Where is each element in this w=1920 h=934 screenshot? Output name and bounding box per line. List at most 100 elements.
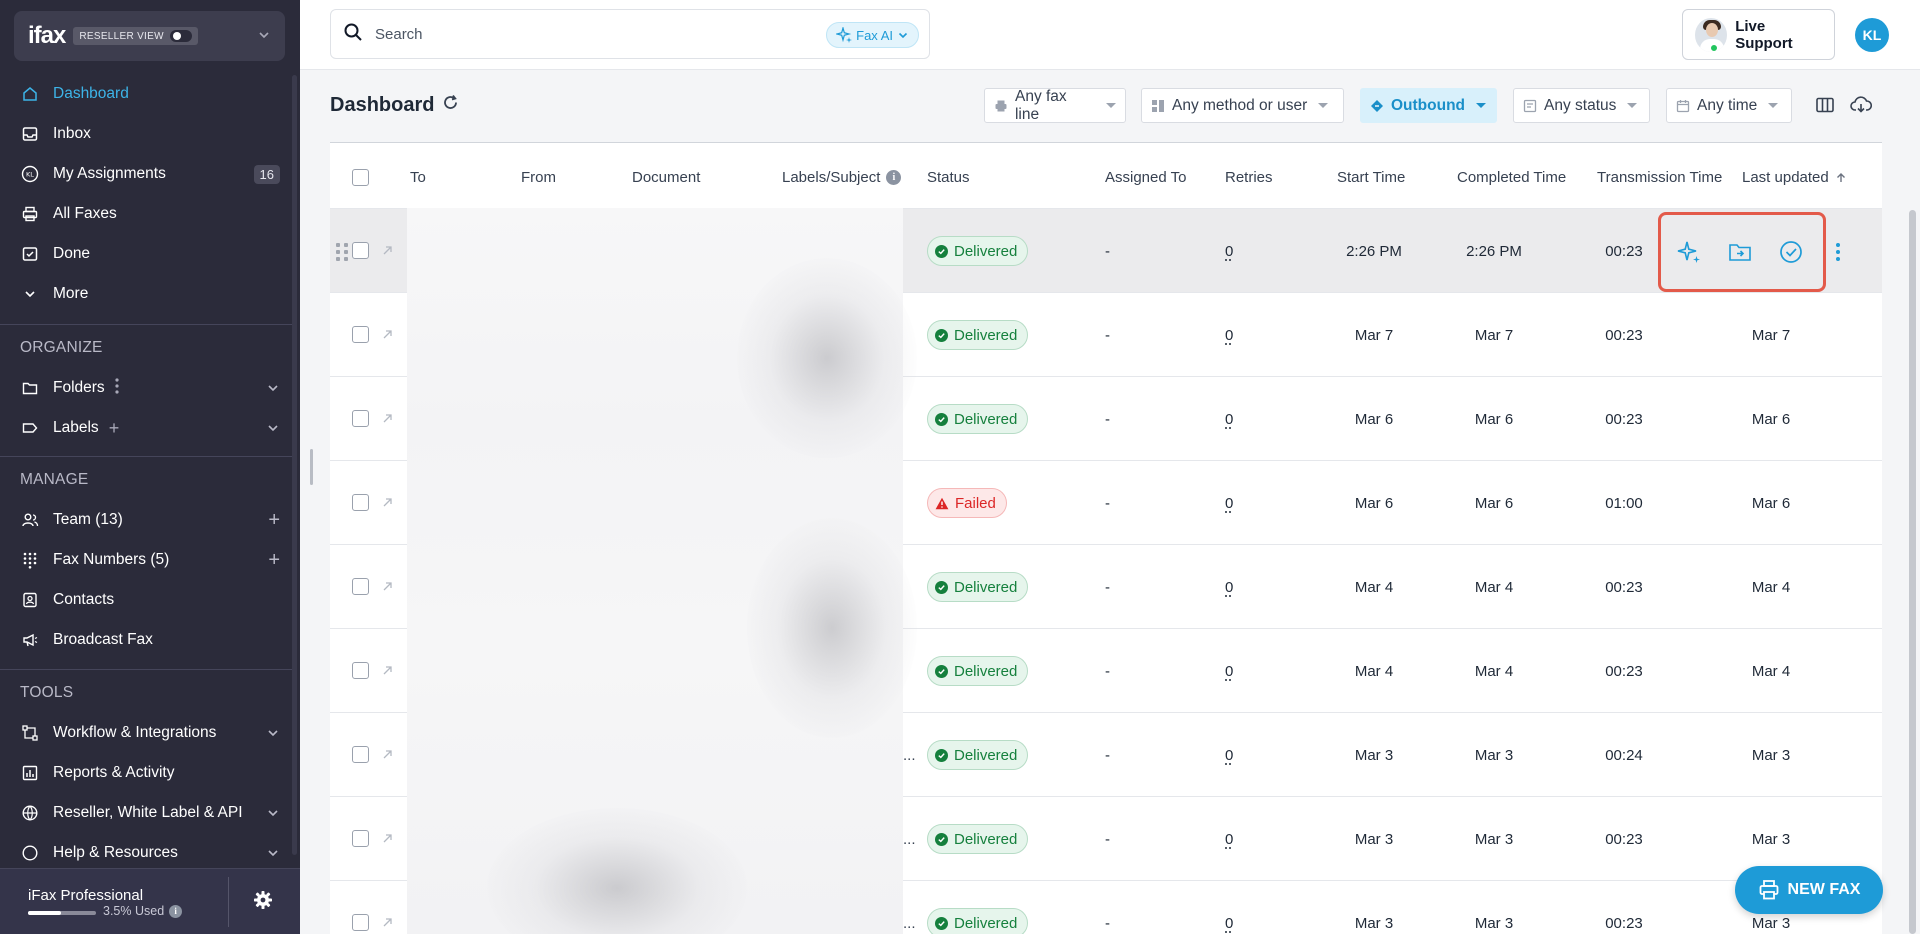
kebab-menu-icon[interactable] [115,377,119,399]
reseller-view-toggle[interactable]: RESELLER VIEW [73,27,198,45]
open-fax-icon[interactable] [382,881,393,934]
open-fax-icon[interactable] [382,545,393,629]
add-label-icon[interactable]: + [109,418,120,439]
nav-more[interactable]: More [0,274,292,314]
retries-cell[interactable]: 0 [1225,881,1233,934]
nav-folders[interactable]: Folders [0,368,292,408]
row-checkbox[interactable] [352,326,369,343]
add-fax-number-icon[interactable]: + [268,549,280,572]
fax-ai-dropdown[interactable]: Fax AI [826,22,919,48]
column-header-completed-time[interactable]: Completed Time [1457,169,1566,186]
row-checkbox[interactable] [352,830,369,847]
status-badge: Delivered [927,908,1029,934]
refresh-icon[interactable] [442,94,459,117]
cloud-download-icon[interactable] [1850,95,1873,120]
open-fax-icon[interactable] [382,713,393,797]
search-input[interactable] [375,25,795,43]
column-header-assigned[interactable]: Assigned To [1105,169,1186,186]
select-all-checkbox[interactable] [352,169,369,186]
row-checkbox[interactable] [352,494,369,511]
method-user-filter[interactable]: Any method or user [1141,88,1344,123]
chevron-down-icon[interactable] [266,846,280,860]
open-fax-icon[interactable] [382,797,393,881]
nav-all-faxes[interactable]: All Faxes [0,194,292,234]
column-header-last-updated[interactable]: Last updated [1742,169,1847,186]
open-fax-icon[interactable] [382,377,393,461]
open-fax-icon[interactable] [382,461,393,545]
retries-cell[interactable]: 0 [1225,797,1233,881]
column-header-to[interactable]: To [410,169,426,186]
row-checkbox[interactable] [352,746,369,763]
info-icon[interactable]: i [169,904,183,918]
status-filter[interactable]: Any status [1513,88,1650,123]
settings-gear-icon[interactable] [252,889,274,916]
row-more-menu-icon[interactable] [1832,240,1844,264]
nav-team[interactable]: Team (13) + [0,500,292,540]
column-header-status[interactable]: Status [927,169,970,186]
nav-help-resources[interactable]: Help & Resources [0,833,292,873]
direction-filter[interactable]: Outbound [1360,88,1497,123]
table-scrollbar[interactable] [1909,210,1916,934]
row-checkbox[interactable] [352,914,369,931]
nav-workflow-integrations[interactable]: Workflow & Integrations [0,713,292,753]
open-fax-icon[interactable] [382,293,393,377]
fax-line-filter[interactable]: Any fax line [984,88,1126,123]
account-switcher[interactable]: ifax RESELLER VIEW [14,11,285,61]
retries-cell[interactable]: 0 [1225,629,1233,713]
new-fax-button[interactable]: NEW FAX [1735,866,1883,914]
retries-cell[interactable]: 0 [1225,377,1233,461]
nav-inbox[interactable]: Inbox [0,114,292,154]
info-icon[interactable]: i [886,170,902,185]
status-cell: Delivered [927,881,1029,934]
nav-my-assignments[interactable]: KL My Assignments 16 [0,154,292,194]
row-checkbox[interactable] [352,662,369,679]
chevron-down-icon[interactable] [266,806,280,820]
nav-reseller-api[interactable]: Reseller, White Label & API [0,793,292,833]
sidebar-scrollbar[interactable] [292,75,297,855]
open-fax-icon[interactable] [382,629,393,713]
column-header-transmission-time[interactable]: Transmission Time [1597,169,1722,186]
nav-dashboard[interactable]: Dashboard [0,74,292,114]
nav-contacts[interactable]: Contacts [0,580,292,620]
status-badge: Delivered [927,824,1029,854]
toggle-switch-icon[interactable] [169,30,192,42]
user-avatar[interactable]: KL [1855,18,1889,52]
column-header-start-time[interactable]: Start Time [1337,169,1405,186]
column-header-retries[interactable]: Retries [1225,169,1273,186]
row-checkbox[interactable] [352,410,369,427]
nav-broadcast-fax[interactable]: Broadcast Fax [0,620,292,660]
chevron-down-icon[interactable] [266,381,280,395]
ai-sparkle-icon[interactable] [1675,238,1703,266]
transmission-time-cell: 00:23 [1605,578,1643,596]
mark-done-icon[interactable] [1777,238,1805,266]
retries-cell[interactable]: 0 [1225,545,1233,629]
column-header-document[interactable]: Document [632,169,700,186]
nav-done[interactable]: Done [0,234,292,274]
move-to-folder-icon[interactable] [1726,238,1754,266]
add-team-member-icon[interactable]: + [268,509,280,532]
row-checkbox[interactable] [352,578,369,595]
sidebar-resize-handle[interactable] [310,449,313,485]
open-fax-icon[interactable] [382,209,393,293]
drag-handle-icon[interactable] [336,243,348,261]
nav-labels[interactable]: Labels + [0,408,292,448]
chevron-down-icon[interactable] [257,28,271,45]
retries-cell[interactable]: 0 [1225,293,1233,377]
retries-cell[interactable]: 0 [1225,713,1233,797]
retries-cell[interactable]: 0 [1225,209,1233,293]
live-support-button[interactable]: Live Support [1682,9,1835,60]
chevron-down-icon[interactable] [266,726,280,740]
columns-icon[interactable] [1815,95,1835,120]
time-filter[interactable]: Any time [1666,88,1792,123]
search-box[interactable]: Fax AI [330,9,930,59]
row-checkbox[interactable] [352,242,369,259]
column-header-labels[interactable]: Labels/Subject i [782,169,902,186]
status-badge: Delivered [927,572,1029,602]
column-header-from[interactable]: From [521,169,556,186]
retries-cell[interactable]: 0 [1225,461,1233,545]
nav-label: Folders [53,379,105,396]
last-updated-cell: Mar 4 [1751,578,1791,596]
nav-fax-numbers[interactable]: Fax Numbers (5) + [0,540,292,580]
chevron-down-icon[interactable] [266,421,280,435]
nav-reports-activity[interactable]: Reports & Activity [0,753,292,793]
